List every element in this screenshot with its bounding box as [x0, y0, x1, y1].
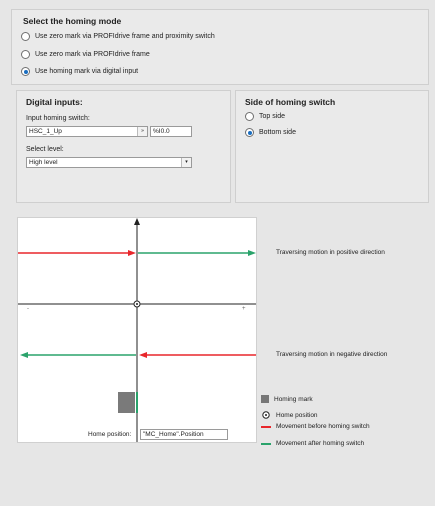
- legend-movement-after: Movement after homing switch: [261, 440, 364, 447]
- radio-bottom-side[interactable]: [245, 128, 254, 137]
- home-position-value: "MC_Home".Position: [143, 431, 204, 438]
- home-position-legend-icon: [262, 411, 270, 419]
- option-label: Use zero mark via PROFIdrive frame: [35, 51, 150, 58]
- select-level-dropdown[interactable]: High level ▾: [26, 157, 192, 168]
- home-position-label: Home position:: [88, 431, 132, 438]
- homing-option-digital-input[interactable]: Use homing mark via digital input: [21, 67, 138, 76]
- input-address-value: %I0.0: [153, 128, 170, 135]
- radio-zero-mark[interactable]: [21, 50, 30, 59]
- option-label: Use homing mark via digital input: [35, 68, 139, 75]
- positive-after-arrow-icon: [248, 250, 256, 256]
- homing-option-zero-mark[interactable]: Use zero mark via PROFIdrive frame: [21, 50, 150, 59]
- home-position-center-icon: [136, 303, 138, 305]
- input-address-field: %I0.0: [150, 126, 192, 137]
- radio-top-side[interactable]: [245, 112, 254, 121]
- legend-homing-mark: Homing mark: [261, 395, 313, 403]
- diagram-canvas: [18, 218, 256, 442]
- option-label: Bottom side: [259, 129, 296, 136]
- option-label: Use zero mark via PROFIdrive frame and p…: [35, 33, 215, 40]
- digital-inputs-title: Digital inputs:: [26, 97, 83, 107]
- select-level-label: Select level:: [26, 146, 64, 153]
- homing-option-zero-mark-proximity[interactable]: Use zero mark via PROFIdrive frame and p…: [21, 32, 215, 41]
- negative-direction-label: Traversing motion in negative direction: [276, 351, 388, 358]
- input-homing-switch-label: Input homing switch:: [26, 115, 90, 122]
- home-position-field[interactable]: "MC_Home".Position: [140, 429, 228, 440]
- browse-button[interactable]: »: [137, 127, 147, 136]
- radio-digital-input[interactable]: [21, 67, 30, 76]
- digital-inputs-panel: Digital inputs: Input homing switch: HSC…: [16, 90, 231, 203]
- movement-before-swatch: [261, 425, 271, 428]
- homing-mark-block: [118, 392, 135, 413]
- legend-label: Movement after homing switch: [276, 440, 365, 447]
- legend-label: Homing mark: [274, 395, 313, 403]
- positive-before-arrow-icon: [128, 250, 136, 256]
- axis-plus-label: +: [242, 306, 246, 312]
- radio-zero-mark-proximity[interactable]: [21, 32, 30, 41]
- axis-minus-label: -: [27, 306, 29, 312]
- side-title: Side of homing switch: [245, 97, 336, 107]
- homing-diagram: - + Home position: "MC_Home".Position: [17, 217, 257, 443]
- input-homing-switch-value: HSC_1_Up: [29, 128, 62, 135]
- legend-label: Movement before homing switch: [276, 423, 370, 430]
- option-label: Top side: [259, 113, 286, 120]
- chevron-down-icon[interactable]: ▾: [181, 158, 191, 167]
- movement-after-swatch: [261, 442, 271, 445]
- legend-movement-before: Movement before homing switch: [261, 423, 370, 430]
- legend-home-position: Home position: [261, 410, 318, 420]
- legend-label: Home position: [276, 411, 318, 419]
- side-of-homing-switch-panel: Side of homing switch Top side Bottom si…: [235, 90, 429, 203]
- input-homing-switch-field[interactable]: HSC_1_Up »: [26, 126, 148, 137]
- select-level-value: High level: [29, 159, 58, 166]
- side-option-bottom[interactable]: Bottom side: [245, 128, 296, 137]
- homing-mode-panel: Select the homing mode Use zero mark via…: [11, 9, 429, 85]
- homing-mark-swatch-icon: [261, 395, 269, 403]
- vertical-axis-arrow-icon: [134, 218, 140, 225]
- positive-direction-label: Traversing motion in positive direction: [276, 249, 385, 256]
- negative-after-arrow-icon: [20, 352, 28, 358]
- side-option-top[interactable]: Top side: [245, 112, 285, 121]
- negative-before-arrow-icon: [139, 352, 147, 358]
- homing-mode-title: Select the homing mode: [23, 16, 122, 26]
